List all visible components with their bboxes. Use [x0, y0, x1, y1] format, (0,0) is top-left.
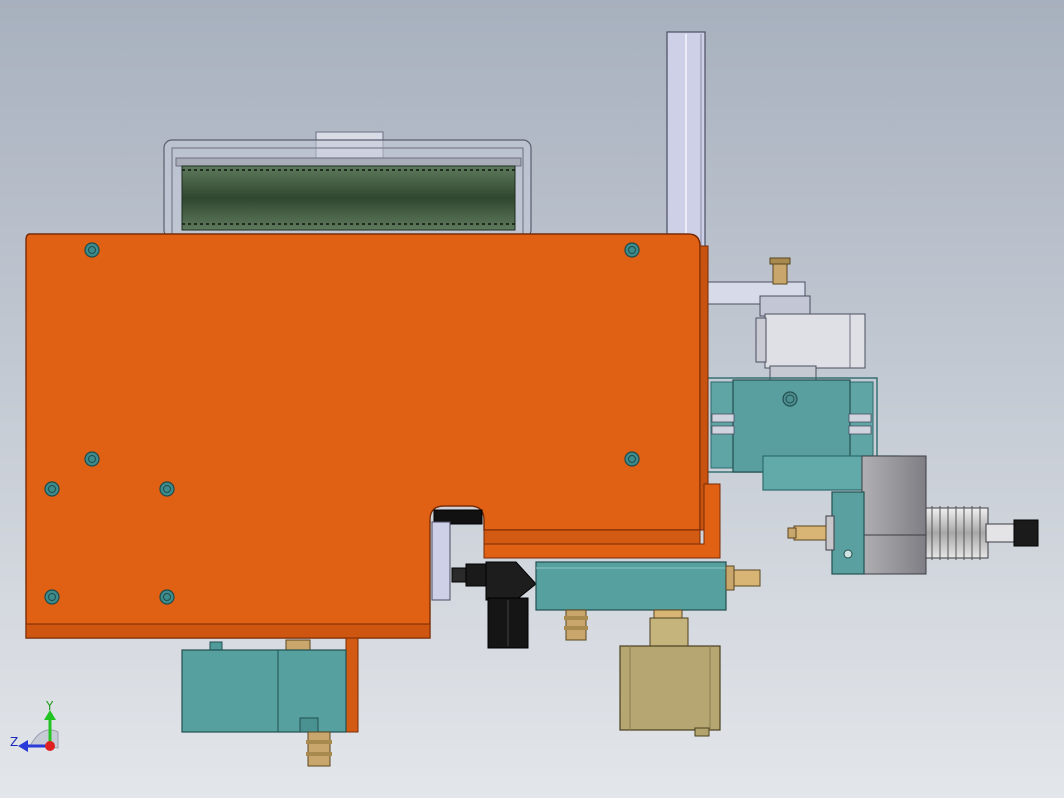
z-axis-label: Z: [10, 735, 18, 749]
screw-icon: [159, 589, 175, 605]
screw-icon: [159, 481, 175, 497]
screw-icon: [44, 589, 60, 605]
y-axis-label: Y: [45, 699, 54, 713]
screw-icon: [44, 481, 60, 497]
screw-icon: [624, 451, 640, 467]
cad-drawing: Y Z: [0, 0, 1064, 798]
screw-icon: [84, 242, 100, 258]
cad-viewport[interactable]: Y Z: [0, 0, 1064, 798]
belt-housing: [163, 131, 532, 239]
screw-icon: [84, 451, 100, 467]
screw-icon: [624, 242, 640, 258]
belt-roller: [181, 165, 516, 231]
